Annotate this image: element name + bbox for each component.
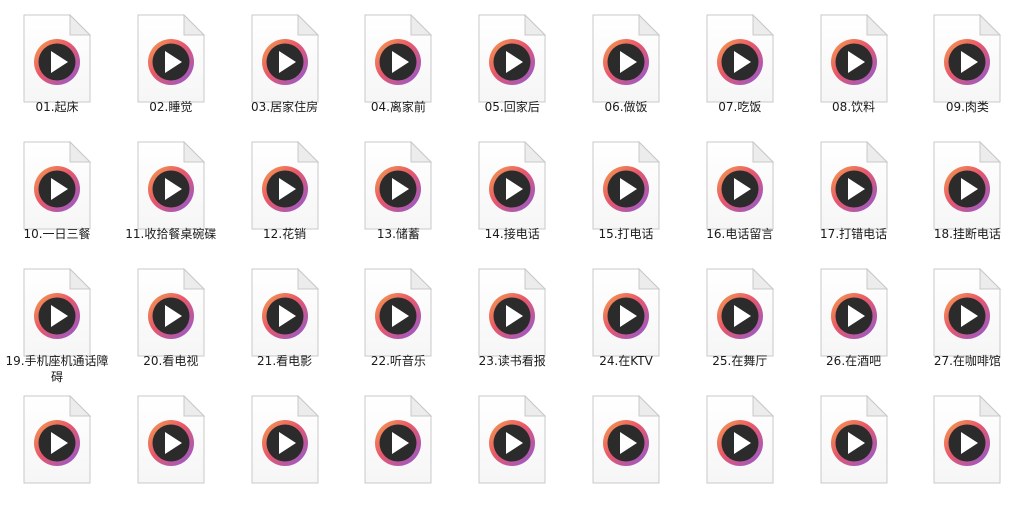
file-name-label: 16.电话留言: [706, 227, 774, 241]
file-name-label: 06.做饭: [604, 100, 648, 114]
video-file-icon: [703, 141, 777, 231]
file-item-29[interactable]: [117, 381, 225, 505]
file-item-25[interactable]: 25.在舞厅: [686, 254, 794, 378]
file-name-label: 25.在舞厅: [712, 354, 768, 368]
file-name-label: 07.吃饭: [718, 100, 762, 114]
video-file-icon: [817, 141, 891, 231]
video-file-icon: [20, 14, 94, 104]
video-file-icon: [589, 14, 663, 104]
video-file-icon: [817, 14, 891, 104]
video-file-icon: [361, 141, 435, 231]
file-item-15[interactable]: 15.打电话: [572, 127, 680, 251]
file-name-label: 04.离家前: [370, 100, 426, 114]
file-item-13[interactable]: 13.储蓄: [344, 127, 452, 251]
video-file-icon: [817, 268, 891, 358]
video-file-icon: [589, 395, 663, 485]
file-item-4[interactable]: 04.离家前: [344, 0, 452, 124]
file-name-label: 27.在咖啡馆: [933, 354, 1001, 368]
video-file-icon: [248, 395, 322, 485]
file-name-label: 03.居家住房: [251, 100, 319, 114]
video-file-icon: [703, 14, 777, 104]
video-file-icon: [475, 141, 549, 231]
file-name-label: 08.饮料: [832, 100, 876, 114]
file-item-22[interactable]: 22.听音乐: [344, 254, 452, 378]
file-item-9[interactable]: 09.肉类: [913, 0, 1021, 124]
file-item-6[interactable]: 06.做饭: [572, 0, 680, 124]
video-file-icon: [134, 141, 208, 231]
file-name-label: 26.在酒吧: [826, 354, 882, 368]
file-item-19[interactable]: 19.手机座机通话障碍: [3, 254, 111, 384]
video-file-icon: [589, 268, 663, 358]
file-name-label: 15.打电话: [598, 227, 654, 241]
video-file-icon: [20, 268, 94, 358]
file-item-1[interactable]: 01.起床: [3, 0, 111, 124]
video-file-icon: [930, 395, 1004, 485]
video-file-icon: [817, 395, 891, 485]
file-name-label: 24.在KTV: [599, 354, 653, 368]
video-file-icon: [703, 268, 777, 358]
file-item-23[interactable]: 23.读书看报: [458, 254, 566, 378]
file-item-20[interactable]: 20.看电视: [117, 254, 225, 378]
file-item-12[interactable]: 12.花销: [231, 127, 339, 251]
video-file-icon: [20, 395, 94, 485]
video-file-icon: [475, 268, 549, 358]
file-item-17[interactable]: 17.打错电话: [800, 127, 908, 251]
file-name-label: 14.接电话: [484, 227, 540, 241]
video-file-icon: [248, 141, 322, 231]
video-file-icon: [589, 141, 663, 231]
file-name-label: 13.储蓄: [376, 227, 420, 241]
file-item-18[interactable]: 18.挂断电话: [913, 127, 1021, 251]
video-file-icon: [134, 14, 208, 104]
file-name-label: 20.看电视: [143, 354, 199, 368]
video-file-icon: [361, 14, 435, 104]
video-file-icon: [703, 395, 777, 485]
file-item-10[interactable]: 10.一日三餐: [3, 127, 111, 251]
file-name-label: 12.花销: [263, 227, 307, 241]
file-item-35[interactable]: [800, 381, 908, 505]
video-file-icon: [475, 395, 549, 485]
file-grid: 01.起床 02.睡觉 03.居家住房 04.离家前 05.回家后 06.做饭 …: [0, 0, 1024, 513]
video-file-icon: [20, 141, 94, 231]
file-name-label: 17.打错电话: [820, 227, 888, 241]
file-item-21[interactable]: 21.看电影: [231, 254, 339, 378]
file-item-11[interactable]: 11.收拾餐桌碗碟: [117, 127, 225, 251]
file-name-label: 11.收拾餐桌碗碟: [125, 227, 217, 241]
file-name-label: 09.肉类: [945, 100, 989, 114]
file-name-label: 01.起床: [35, 100, 79, 114]
video-file-icon: [361, 268, 435, 358]
video-file-icon: [361, 395, 435, 485]
file-name-label: 18.挂断电话: [933, 227, 1001, 241]
file-name-label: 05.回家后: [484, 100, 540, 114]
file-item-5[interactable]: 05.回家后: [458, 0, 566, 124]
file-name-label: 02.睡觉: [149, 100, 193, 114]
file-item-36[interactable]: [913, 381, 1021, 505]
video-file-icon: [134, 268, 208, 358]
file-item-24[interactable]: 24.在KTV: [572, 254, 680, 378]
file-item-28[interactable]: [3, 381, 111, 505]
file-name-label: 21.看电影: [257, 354, 313, 368]
file-item-8[interactable]: 08.饮料: [800, 0, 908, 124]
file-item-14[interactable]: 14.接电话: [458, 127, 566, 251]
file-item-2[interactable]: 02.睡觉: [117, 0, 225, 124]
file-item-31[interactable]: [344, 381, 452, 505]
file-item-27[interactable]: 27.在咖啡馆: [913, 254, 1021, 378]
file-name-label: 22.听音乐: [370, 354, 426, 368]
video-file-icon: [475, 14, 549, 104]
file-item-30[interactable]: [231, 381, 339, 505]
file-item-33[interactable]: [572, 381, 680, 505]
file-name-label: 10.一日三餐: [23, 227, 91, 241]
file-item-3[interactable]: 03.居家住房: [231, 0, 339, 124]
file-item-26[interactable]: 26.在酒吧: [800, 254, 908, 378]
video-file-icon: [134, 395, 208, 485]
file-item-34[interactable]: [686, 381, 794, 505]
file-name-label: 23.读书看报: [478, 354, 546, 368]
video-file-icon: [930, 268, 1004, 358]
video-file-icon: [930, 14, 1004, 104]
file-item-32[interactable]: [458, 381, 566, 505]
file-item-7[interactable]: 07.吃饭: [686, 0, 794, 124]
file-item-16[interactable]: 16.电话留言: [686, 127, 794, 251]
video-file-icon: [248, 14, 322, 104]
video-file-icon: [930, 141, 1004, 231]
video-file-icon: [248, 268, 322, 358]
